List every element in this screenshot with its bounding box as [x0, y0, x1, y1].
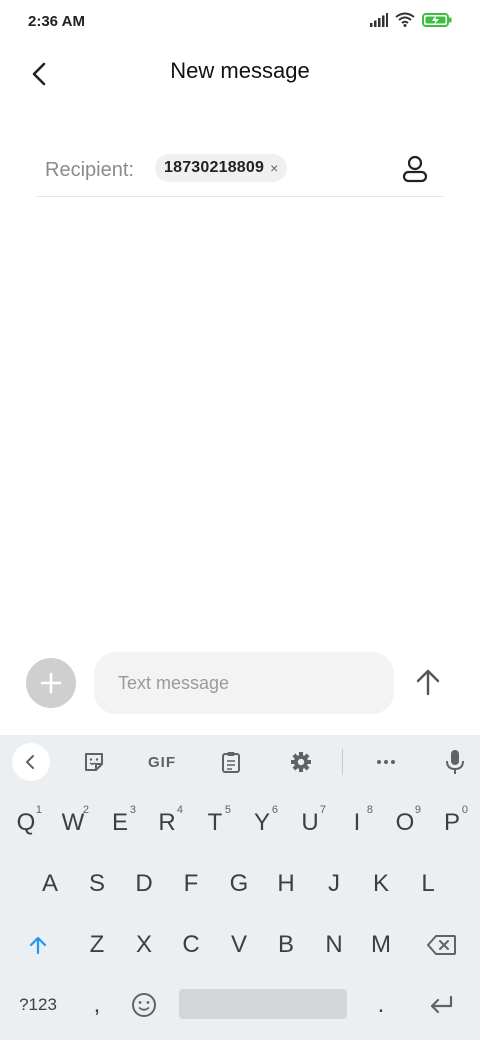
recipient-label: Recipient: [45, 159, 134, 181]
recipient-chip-number: 18730218809 [164, 159, 265, 176]
key-hint: 9 [414, 804, 421, 816]
key-u[interactable]: U7 [288, 793, 332, 853]
key-x[interactable]: X [122, 915, 166, 975]
key-d[interactable]: D [122, 854, 166, 914]
key-hint: 0 [461, 804, 468, 816]
key-label: R [158, 809, 176, 836]
key-label: P [443, 809, 460, 836]
key-label: W [61, 809, 85, 836]
attach-button[interactable] [26, 658, 76, 708]
key-hint: 8 [366, 804, 373, 816]
app-bar: New message [0, 44, 480, 100]
plus-icon [40, 672, 62, 694]
key-label: E [111, 809, 128, 836]
key-hint: 6 [271, 804, 278, 816]
key-row-1: Q1 W2 E3 R4 T5 Y6 U7 I8 O9 P0 [0, 793, 480, 853]
keyboard-toolbar: GIF [0, 735, 480, 790]
key-c[interactable]: C [169, 915, 213, 975]
backspace-icon [427, 935, 456, 955]
key-s[interactable]: S [75, 854, 119, 914]
keyboard-settings-button[interactable] [283, 744, 319, 780]
person-icon [402, 155, 428, 183]
key-label: I [353, 809, 361, 836]
chevron-left-icon [26, 755, 34, 769]
arrow-up-icon [416, 669, 440, 696]
gear-icon [291, 752, 311, 772]
clipboard-icon [222, 752, 240, 773]
enter-key[interactable] [419, 975, 463, 1035]
key-r[interactable]: R4 [145, 793, 189, 853]
battery-charging-icon [422, 12, 452, 27]
key-i[interactable]: I8 [335, 793, 379, 853]
microphone-icon [446, 750, 464, 774]
key-e[interactable]: E3 [98, 793, 142, 853]
key-w[interactable]: W2 [51, 793, 95, 853]
more-horizontal-icon [377, 760, 395, 764]
sticker-icon [85, 753, 103, 771]
page-title: New message [170, 58, 310, 83]
key-v[interactable]: V [217, 915, 261, 975]
clipboard-button[interactable] [213, 744, 249, 780]
key-hint: 7 [319, 804, 326, 816]
key-hint: 3 [129, 804, 136, 816]
key-b[interactable]: B [264, 915, 308, 975]
compose-bar [0, 650, 480, 720]
key-h[interactable]: H [264, 854, 308, 914]
wifi-icon [395, 12, 415, 27]
recipient-row[interactable]: Recipient: 18730218809 × [36, 148, 444, 197]
key-hint: 5 [224, 804, 231, 816]
key-p[interactable]: P0 [430, 793, 474, 853]
key-m[interactable]: M [359, 915, 403, 975]
key-row-2: A S D F G H J K L [0, 854, 480, 914]
key-hint: 1 [35, 804, 42, 816]
key-y[interactable]: Y6 [240, 793, 284, 853]
shift-key[interactable] [16, 915, 60, 975]
key-hint: 4 [176, 804, 183, 816]
keyboard: G I F Q 1 W 2 E 3 R 4 T 5 Y 6 U 7 I 8 O 9 … [0, 735, 480, 1040]
send-button[interactable] [410, 664, 446, 700]
status-icons [370, 12, 452, 27]
key-label: T [207, 809, 223, 836]
contacts-button[interactable] [400, 154, 430, 184]
period-key[interactable]: . [359, 975, 403, 1035]
key-label: U [301, 809, 319, 836]
key-l[interactable]: L [406, 854, 450, 914]
key-g[interactable]: G [217, 854, 261, 914]
key-t[interactable]: T5 [193, 793, 237, 853]
recipient-chip[interactable]: 18730218809 × [155, 154, 288, 182]
remove-recipient-icon[interactable]: × [270, 160, 278, 176]
key-a[interactable]: A [28, 854, 72, 914]
backspace-key[interactable] [420, 915, 464, 975]
comma-key[interactable]: , [75, 975, 119, 1035]
key-z[interactable]: Z [75, 915, 119, 975]
more-button[interactable] [368, 744, 404, 780]
key-row-3: Z X C V B N M [0, 915, 480, 975]
key-label: Y [253, 809, 270, 836]
signal-icon [370, 12, 388, 27]
status-bar: 2:36 AM [0, 0, 480, 44]
key-o[interactable]: O9 [383, 793, 427, 853]
status-time: 2:36 AM [28, 13, 85, 30]
emoji-key[interactable] [122, 975, 166, 1035]
space-key[interactable] [179, 989, 347, 1019]
gif-label: GIF [148, 753, 176, 771]
key-k[interactable]: K [359, 854, 403, 914]
key-hint: 2 [82, 804, 89, 816]
gif-button[interactable]: GIF [144, 744, 180, 780]
key-f[interactable]: F [169, 854, 213, 914]
enter-icon [430, 995, 453, 1014]
key-q[interactable]: Q1 [4, 793, 48, 853]
message-input[interactable] [94, 652, 394, 714]
symbols-key[interactable]: ?123 [16, 975, 60, 1035]
key-label: Q [16, 809, 36, 836]
sticker-button[interactable] [76, 744, 112, 780]
key-label: O [395, 809, 415, 836]
key-n[interactable]: N [312, 915, 356, 975]
shift-arrow-icon [29, 936, 47, 955]
toolbar-divider [342, 749, 343, 775]
voice-input-button[interactable] [437, 744, 473, 780]
toolbar-collapse-button[interactable] [12, 743, 50, 781]
key-j[interactable]: J [312, 854, 356, 914]
emoji-icon [132, 993, 156, 1017]
